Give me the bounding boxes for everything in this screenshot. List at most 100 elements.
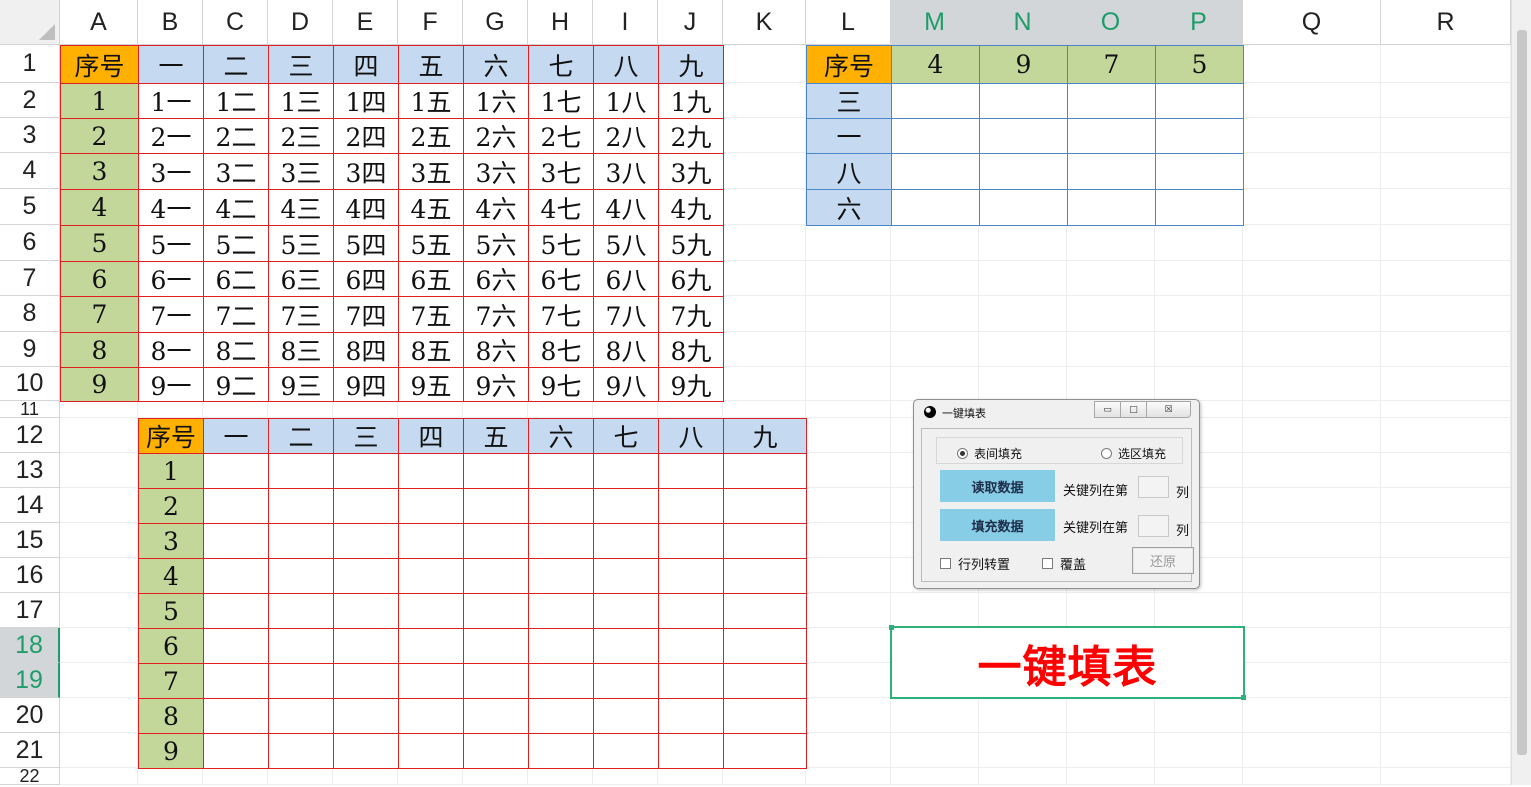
- handle-top-left[interactable]: [889, 625, 894, 630]
- table-cross-index[interactable]: 一: [806, 118, 892, 154]
- table-source-cell[interactable]: 2二: [203, 118, 269, 154]
- table-target-cell[interactable]: [333, 698, 399, 734]
- table-cross-cell[interactable]: [979, 83, 1068, 119]
- table-target-cell[interactable]: [658, 733, 724, 769]
- vertical-scrollbar-thumb[interactable]: [1517, 30, 1527, 755]
- column-header-c[interactable]: C: [203, 0, 268, 45]
- table-target-cell[interactable]: [398, 453, 464, 489]
- row-header-2[interactable]: 2: [0, 83, 60, 118]
- restore-button[interactable]: 还原: [1132, 547, 1194, 574]
- table-source-cell[interactable]: 4八: [593, 189, 659, 226]
- table-target-header[interactable]: 八: [658, 418, 724, 454]
- minimize-button[interactable]: ▭: [1094, 401, 1121, 418]
- table-target-cell[interactable]: [593, 453, 659, 489]
- table-target-cell[interactable]: [463, 698, 529, 734]
- table-source-cell[interactable]: 7九: [658, 296, 724, 333]
- table-source-cell[interactable]: 7八: [593, 296, 659, 333]
- table-target-cell[interactable]: [203, 558, 269, 594]
- dialog-titlebar[interactable]: 一键填表 ▭ □ ☒: [914, 400, 1199, 424]
- table-target-cell[interactable]: [528, 453, 594, 489]
- table-source-header[interactable]: 六: [463, 45, 529, 84]
- table-target-cell[interactable]: [268, 698, 334, 734]
- table-target-cell[interactable]: [658, 453, 724, 489]
- table-source-cell[interactable]: 2四: [333, 118, 399, 154]
- row-header-14[interactable]: 14: [0, 488, 60, 523]
- table-source-cell[interactable]: 1六: [463, 83, 529, 119]
- overwrite-checkbox[interactable]: 覆盖: [1042, 554, 1086, 573]
- table-source-cell[interactable]: 7二: [203, 296, 269, 333]
- table-source-cell[interactable]: 6一: [138, 261, 204, 297]
- table-source-cell[interactable]: 8一: [138, 332, 204, 368]
- column-header-q[interactable]: Q: [1243, 0, 1381, 45]
- table-target-index[interactable]: 2: [138, 488, 204, 524]
- table-target-cell[interactable]: [723, 663, 807, 699]
- table-source-header[interactable]: 二: [203, 45, 269, 84]
- table-target-cell[interactable]: [333, 523, 399, 559]
- table-source-cell[interactable]: 2三: [268, 118, 334, 154]
- table-target-cell[interactable]: [528, 733, 594, 769]
- table-source-cell[interactable]: 8五: [398, 332, 464, 368]
- table-cross-cell[interactable]: [891, 153, 980, 190]
- table-cross-cell[interactable]: [979, 118, 1068, 154]
- column-header-r[interactable]: R: [1381, 0, 1511, 45]
- table-source-cell[interactable]: 5七: [528, 225, 594, 262]
- table-source-cell[interactable]: 5四: [333, 225, 399, 262]
- row-header-3[interactable]: 3: [0, 118, 60, 153]
- row-header-17[interactable]: 17: [0, 593, 60, 628]
- table-target-cell[interactable]: [398, 663, 464, 699]
- table-target-cell[interactable]: [398, 698, 464, 734]
- table-source-cell[interactable]: 1七: [528, 83, 594, 119]
- table-target-cell[interactable]: [723, 558, 807, 594]
- table-target-cell[interactable]: [203, 698, 269, 734]
- table-source-cell[interactable]: 8四: [333, 332, 399, 368]
- table-cross-cell[interactable]: [1155, 118, 1244, 154]
- table-source-cell[interactable]: 9二: [203, 367, 269, 402]
- column-header-e[interactable]: E: [333, 0, 398, 45]
- table-source-cell[interactable]: 1八: [593, 83, 659, 119]
- table-source-cell[interactable]: 1四: [333, 83, 399, 119]
- table-source-cell[interactable]: 2一: [138, 118, 204, 154]
- table-target-cell[interactable]: [398, 593, 464, 629]
- table-source-cell[interactable]: 9四: [333, 367, 399, 402]
- table-source-cell[interactable]: 5六: [463, 225, 529, 262]
- table-target-cell[interactable]: [203, 523, 269, 559]
- table-source-header[interactable]: 一: [138, 45, 204, 84]
- table-target-cell[interactable]: [268, 733, 334, 769]
- table-target-cell[interactable]: [463, 733, 529, 769]
- table-source-cell[interactable]: 8七: [528, 332, 594, 368]
- table-target-cell[interactable]: [463, 593, 529, 629]
- table-target-cell[interactable]: [203, 663, 269, 699]
- table-source-cell[interactable]: 3三: [268, 153, 334, 190]
- table-target-cell[interactable]: [333, 488, 399, 524]
- column-header-k[interactable]: K: [723, 0, 806, 45]
- table-source-cell[interactable]: 1九: [658, 83, 724, 119]
- table-target-cell[interactable]: [333, 593, 399, 629]
- table-target-cell[interactable]: [593, 558, 659, 594]
- table-source-cell[interactable]: 9六: [463, 367, 529, 402]
- table-target-cell[interactable]: [398, 523, 464, 559]
- table-cross-corner[interactable]: 序号: [806, 45, 892, 84]
- table-source-cell[interactable]: 9八: [593, 367, 659, 402]
- table-target-cell[interactable]: [203, 488, 269, 524]
- column-header-h[interactable]: H: [528, 0, 593, 45]
- column-header-j[interactable]: J: [658, 0, 723, 45]
- table-source-index[interactable]: 7: [60, 296, 139, 333]
- table-source-cell[interactable]: 6八: [593, 261, 659, 297]
- table-cross-header[interactable]: 4: [891, 45, 980, 84]
- table-target-cell[interactable]: [268, 558, 334, 594]
- table-target-cell[interactable]: [593, 628, 659, 664]
- table-target-cell[interactable]: [203, 628, 269, 664]
- table-source-header[interactable]: 七: [528, 45, 594, 84]
- table-cross-cell[interactable]: [891, 118, 980, 154]
- table-source-cell[interactable]: 6三: [268, 261, 334, 297]
- transpose-checkbox[interactable]: 行列转置: [940, 554, 1010, 573]
- table-source-cell[interactable]: 2七: [528, 118, 594, 154]
- row-header-8[interactable]: 8: [0, 296, 60, 332]
- table-source-cell[interactable]: 3七: [528, 153, 594, 190]
- table-target-header[interactable]: 六: [528, 418, 594, 454]
- table-cross-header[interactable]: 5: [1155, 45, 1244, 84]
- table-source-cell[interactable]: 6四: [333, 261, 399, 297]
- column-header-l[interactable]: L: [806, 0, 891, 45]
- table-source-index[interactable]: 6: [60, 261, 139, 297]
- row-header-10[interactable]: 10: [0, 367, 60, 401]
